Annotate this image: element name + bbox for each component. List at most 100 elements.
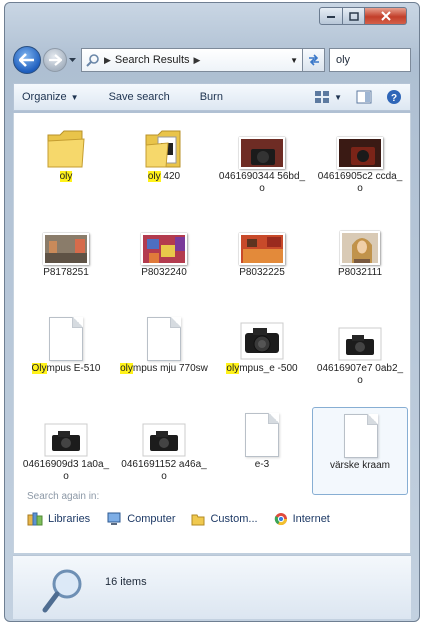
refresh-button[interactable]	[303, 48, 325, 72]
maximize-button[interactable]	[343, 7, 365, 25]
file-item-label: P8032225	[218, 267, 306, 279]
file-item-label: värske kraam	[317, 460, 403, 472]
search-libraries-link[interactable]: Libraries	[27, 512, 90, 526]
photo-thumbnail-icon	[42, 217, 90, 265]
folder-icon	[140, 121, 188, 169]
back-button[interactable]	[13, 46, 41, 74]
label-text: 0461691152 a46a_o	[121, 459, 207, 482]
address-dropdown-icon[interactable]: ▼	[290, 56, 298, 65]
camera-image-icon	[238, 313, 286, 361]
file-item[interactable]: 04616909d3 1a0a_o	[18, 407, 114, 495]
label-text: 04616909d3 1a0a_o	[22, 459, 110, 482]
breadcrumb-arrow-icon[interactable]: ▶	[104, 55, 111, 66]
search-folder-icon	[86, 54, 99, 67]
breadcrumb-arrow-icon[interactable]: ▶	[194, 55, 201, 66]
burn-button[interactable]: Burn	[200, 91, 223, 103]
file-item[interactable]: Olympus E-510	[18, 311, 114, 399]
label-text: P8032240	[141, 267, 187, 278]
file-item[interactable]: olympus_e -500	[214, 311, 310, 399]
file-item-label: oly	[22, 171, 110, 183]
label-text: 04616907e7 0ab2_o	[316, 363, 404, 386]
label-text: 420	[160, 171, 181, 182]
camera-image-icon	[336, 313, 384, 361]
libraries-label: Libraries	[48, 513, 91, 525]
photo-thumbnail-icon	[336, 121, 384, 169]
details-pane: 16 items	[13, 555, 411, 619]
search-internet-link[interactable]: Internet	[274, 512, 330, 526]
burn-label: Burn	[199, 91, 223, 103]
save-search-button[interactable]: Save search	[109, 91, 170, 103]
file-item-label: e-3	[218, 459, 306, 471]
photo-thumbnail-icon	[238, 121, 286, 169]
file-item[interactable]: olympus mju 770sw	[116, 311, 212, 399]
search-input[interactable]: oly	[329, 48, 411, 72]
item-count: 16 items	[105, 576, 147, 588]
label-text: 0461690344 56bd_o	[218, 171, 306, 194]
label-text: 04616905c2 ccda_o	[317, 171, 403, 194]
chevron-down-icon: ▼	[70, 92, 79, 102]
forward-button[interactable]	[43, 48, 67, 72]
photo-thumbnail-icon	[336, 217, 384, 265]
file-list-pane: oly oly 420 0461690344 56bd_o 04616905c2 cc…	[13, 113, 411, 553]
label-text: e-3	[254, 459, 270, 470]
search-custom-link[interactable]: Custom...	[191, 512, 258, 526]
chevron-down-icon	[68, 57, 76, 62]
search-highlight: oly	[226, 363, 240, 374]
explorer-window: ▶ Search Results ▶ ▼ oly Organize ▼ Save…	[4, 2, 420, 622]
photo-thumbnail-icon	[238, 217, 286, 265]
maximize-icon	[348, 11, 359, 21]
search-highlight: Oly	[31, 363, 47, 374]
file-item-label: P8178251	[22, 267, 110, 279]
file-item[interactable]: P8032240	[116, 215, 212, 303]
close-button[interactable]	[365, 7, 407, 25]
file-item-label: P8032240	[120, 267, 208, 279]
document-icon	[238, 409, 286, 457]
file-item-label: 0461690344 56bd_o	[218, 171, 306, 195]
file-item-label: 04616909d3 1a0a_o	[22, 459, 110, 483]
navigation-bar: ▶ Search Results ▶ ▼ oly	[13, 43, 411, 77]
label-text: P8032111	[337, 267, 383, 278]
organize-label: Organize	[22, 91, 67, 103]
file-item-label: 0461691152 a46a_o	[120, 459, 208, 483]
address-bar[interactable]: ▶ Search Results ▶ ▼	[81, 48, 303, 72]
file-item[interactable]: 0461690344 56bd_o	[214, 119, 310, 207]
preview-pane-icon[interactable]	[356, 90, 372, 104]
document-icon	[49, 317, 83, 361]
views-button[interactable]: ▼	[314, 90, 342, 104]
svg-text:?: ?	[391, 93, 397, 104]
file-item[interactable]: 04616905c2 ccda_o	[312, 119, 408, 207]
search-again-title: Search again in:	[27, 491, 100, 502]
refresh-icon	[308, 54, 319, 66]
search-again-links: Libraries Computer Custom... Internet	[27, 512, 409, 526]
file-item[interactable]: värske kraam	[312, 407, 408, 495]
file-item[interactable]: P8178251	[18, 215, 114, 303]
search-again-panel: Search again in: Libraries Computer Cust…	[17, 491, 409, 526]
file-item[interactable]: 04616907e7 0ab2_o	[312, 311, 408, 399]
document-icon	[140, 313, 188, 361]
file-item[interactable]: 0461691152 a46a_o	[116, 407, 212, 495]
document-icon	[147, 317, 181, 361]
photo-thumbnail-icon	[140, 217, 188, 265]
folder-icon	[42, 121, 90, 169]
breadcrumb[interactable]: Search Results	[115, 54, 190, 66]
magnifier-icon	[42, 569, 82, 613]
recent-pages-button[interactable]	[67, 48, 77, 72]
label-text: mpus E-510	[46, 363, 101, 374]
minimize-button[interactable]	[319, 7, 343, 25]
file-item[interactable]: oly 420	[116, 119, 212, 207]
file-item-label: P8032111	[316, 267, 404, 279]
close-icon	[380, 11, 391, 21]
chevron-down-icon: ▼	[334, 92, 342, 102]
file-item-label: 04616905c2 ccda_o	[316, 171, 404, 195]
file-item[interactable]: P8032111	[312, 215, 408, 303]
computer-label: Computer	[127, 513, 176, 525]
file-item[interactable]: P8032225	[214, 215, 310, 303]
document-icon	[337, 410, 385, 458]
file-item[interactable]: e-3	[214, 407, 310, 495]
document-icon	[42, 313, 90, 361]
help-icon[interactable]: ?	[386, 89, 402, 105]
file-item-label: oly 420	[120, 171, 208, 183]
search-computer-link[interactable]: Computer	[106, 512, 175, 526]
file-item[interactable]: oly	[18, 119, 114, 207]
organize-button[interactable]: Organize ▼	[22, 91, 79, 103]
